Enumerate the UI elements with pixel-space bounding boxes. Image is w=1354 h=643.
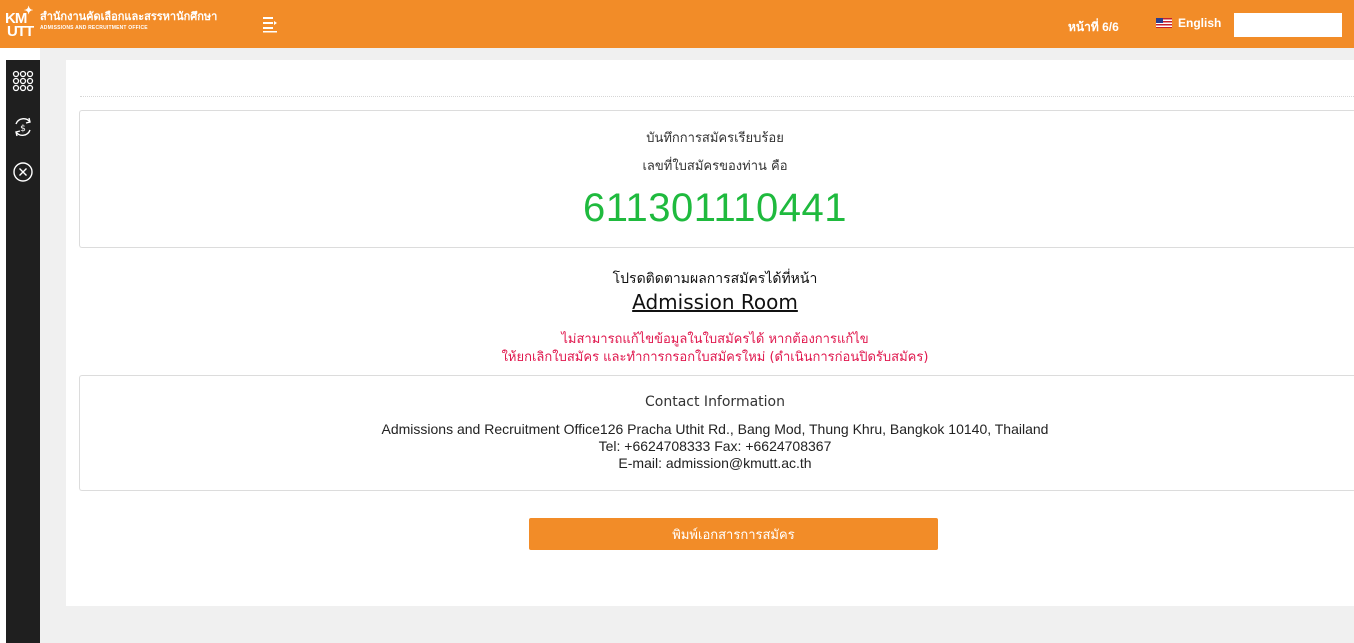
sidebar: $ <box>6 60 40 643</box>
grid-icon[interactable] <box>12 70 34 92</box>
print-application-button[interactable]: พิมพ์เอกสารการสมัคร <box>529 518 938 550</box>
logo-spark-icon: ✦ <box>24 5 34 17</box>
logo-mark-bottom: UTT <box>7 23 34 40</box>
logo-title[interactable]: สำนักงานคัดเลือกและสรรหานักศึกษา ADMISSI… <box>40 12 217 31</box>
contact-address: Admissions and Recruitment Office126 Pra… <box>381 421 1049 437</box>
svg-text:$: $ <box>20 124 26 134</box>
search-input[interactable] <box>1234 13 1342 37</box>
logo-title-english: ADMISSIONS AND RECRUITMENT OFFICE <box>40 25 148 31</box>
page-indicator: หน้าที่ 6/6 <box>1068 20 1119 34</box>
warning-line-2: ให้ยกเลิกใบสมัคร และทำการกรอกใบสมัครใหม่… <box>501 350 929 365</box>
contact-title: Contact Information <box>645 394 785 410</box>
saved-message: บันทึกการสมัครเรียบร้อย <box>646 131 784 146</box>
divider <box>80 96 1354 97</box>
admission-room-link[interactable]: Admission Room <box>80 290 1350 314</box>
us-flag-icon <box>1156 18 1172 28</box>
language-switch[interactable]: English <box>1156 16 1221 30</box>
admission-room-link-label[interactable]: Admission Room <box>632 290 798 314</box>
application-number-label: เลขที่ใบสมัครของท่าน คือ <box>642 159 788 174</box>
close-circle-icon[interactable] <box>12 161 34 183</box>
follow-message: โปรดติดตามผลการสมัครได้ที่หน้า <box>612 271 818 287</box>
currency-refresh-icon[interactable]: $ <box>12 116 34 138</box>
contact-phone: Tel: +6624708333 Fax: +6624708367 <box>598 438 832 454</box>
kmutt-logo-icon[interactable]: KM UTT ✦ <box>4 5 36 40</box>
contact-email: E-mail: admission@kmutt.ac.th <box>618 455 812 471</box>
menu-toggle-icon[interactable] <box>262 15 278 33</box>
application-number: 611301110441 <box>582 186 848 230</box>
logo-title-thai: สำนักงานคัดเลือกและสรรหานักศึกษา <box>40 11 218 23</box>
top-bar: KM UTT ✦ สำนักงานคัดเลือกและสรรหานักศึกษ… <box>0 0 1354 48</box>
language-label: English <box>1178 16 1222 30</box>
